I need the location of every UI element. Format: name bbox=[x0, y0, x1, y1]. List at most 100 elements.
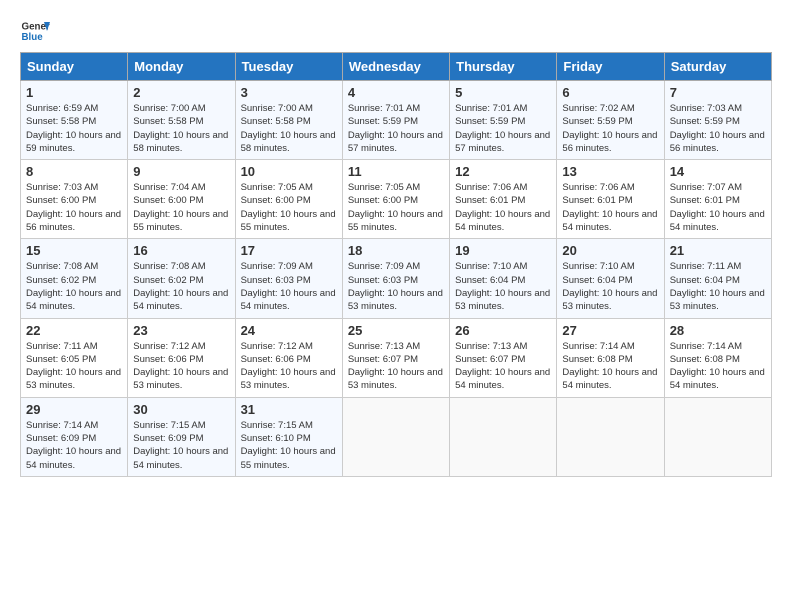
calendar-cell: 4 Sunrise: 7:01 AMSunset: 5:59 PMDaylight… bbox=[342, 81, 449, 160]
weekday-header-friday: Friday bbox=[557, 53, 664, 81]
day-number: 14 bbox=[670, 164, 766, 179]
calendar-cell bbox=[664, 397, 771, 476]
day-info: Sunrise: 7:08 AMSunset: 6:02 PMDaylight:… bbox=[26, 261, 121, 312]
day-info: Sunrise: 7:14 AMSunset: 6:08 PMDaylight:… bbox=[562, 341, 657, 392]
day-number: 13 bbox=[562, 164, 658, 179]
calendar-cell: 28 Sunrise: 7:14 AMSunset: 6:08 PMDayligh… bbox=[664, 318, 771, 397]
day-number: 12 bbox=[455, 164, 551, 179]
day-number: 23 bbox=[133, 323, 229, 338]
calendar-cell: 11 Sunrise: 7:05 AMSunset: 6:00 PMDayligh… bbox=[342, 160, 449, 239]
day-info: Sunrise: 7:14 AMSunset: 6:08 PMDaylight:… bbox=[670, 341, 765, 392]
calendar-week-row: 8 Sunrise: 7:03 AMSunset: 6:00 PMDaylight… bbox=[21, 160, 772, 239]
logo: General Blue bbox=[20, 16, 54, 46]
calendar-cell bbox=[450, 397, 557, 476]
calendar-week-row: 1 Sunrise: 6:59 AMSunset: 5:58 PMDaylight… bbox=[21, 81, 772, 160]
day-number: 20 bbox=[562, 243, 658, 258]
weekday-header-row: SundayMondayTuesdayWednesdayThursdayFrid… bbox=[21, 53, 772, 81]
day-info: Sunrise: 7:06 AMSunset: 6:01 PMDaylight:… bbox=[455, 182, 550, 233]
day-number: 21 bbox=[670, 243, 766, 258]
day-info: Sunrise: 7:13 AMSunset: 6:07 PMDaylight:… bbox=[348, 341, 443, 392]
calendar-cell: 1 Sunrise: 6:59 AMSunset: 5:58 PMDaylight… bbox=[21, 81, 128, 160]
day-number: 27 bbox=[562, 323, 658, 338]
day-number: 2 bbox=[133, 85, 229, 100]
day-info: Sunrise: 7:09 AMSunset: 6:03 PMDaylight:… bbox=[348, 261, 443, 312]
day-info: Sunrise: 7:00 AMSunset: 5:58 PMDaylight:… bbox=[133, 103, 228, 154]
page-header: General Blue bbox=[20, 16, 772, 46]
day-info: Sunrise: 7:12 AMSunset: 6:06 PMDaylight:… bbox=[133, 341, 228, 392]
day-number: 30 bbox=[133, 402, 229, 417]
calendar-cell: 5Sunrise: 7:01 AMSunset: 5:59 PMDaylight… bbox=[450, 81, 557, 160]
day-number: 22 bbox=[26, 323, 122, 338]
day-info: Sunrise: 7:05 AMSunset: 6:00 PMDaylight:… bbox=[348, 182, 443, 233]
day-info: Sunrise: 7:04 AMSunset: 6:00 PMDaylight:… bbox=[133, 182, 228, 233]
calendar-cell: 12 Sunrise: 7:06 AMSunset: 6:01 PMDayligh… bbox=[450, 160, 557, 239]
day-info: Sunrise: 6:59 AMSunset: 5:58 PMDaylight:… bbox=[26, 103, 121, 154]
calendar-cell bbox=[342, 397, 449, 476]
day-info: Sunrise: 7:11 AMSunset: 6:04 PMDaylight:… bbox=[670, 261, 765, 312]
calendar-cell: 18 Sunrise: 7:09 AMSunset: 6:03 PMDayligh… bbox=[342, 239, 449, 318]
day-number: 16 bbox=[133, 243, 229, 258]
calendar-week-row: 22 Sunrise: 7:11 AMSunset: 6:05 PMDayligh… bbox=[21, 318, 772, 397]
calendar-cell: 3 Sunrise: 7:00 AMSunset: 5:58 PMDaylight… bbox=[235, 81, 342, 160]
calendar-cell: 21 Sunrise: 7:11 AMSunset: 6:04 PMDayligh… bbox=[664, 239, 771, 318]
day-info: Sunrise: 7:12 AMSunset: 6:06 PMDaylight:… bbox=[241, 341, 336, 392]
calendar-cell: 16Sunrise: 7:08 AMSunset: 6:02 PMDayligh… bbox=[128, 239, 235, 318]
day-number: 4 bbox=[348, 85, 444, 100]
day-number: 17 bbox=[241, 243, 337, 258]
day-number: 7 bbox=[670, 85, 766, 100]
day-number: 15 bbox=[26, 243, 122, 258]
calendar-cell: 26 Sunrise: 7:13 AMSunset: 6:07 PMDayligh… bbox=[450, 318, 557, 397]
weekday-header-sunday: Sunday bbox=[21, 53, 128, 81]
calendar-cell: 24 Sunrise: 7:12 AMSunset: 6:06 PMDayligh… bbox=[235, 318, 342, 397]
calendar-week-row: 29 Sunrise: 7:14 AMSunset: 6:09 PMDayligh… bbox=[21, 397, 772, 476]
day-info: Sunrise: 7:02 AMSunset: 5:59 PMDaylight:… bbox=[562, 103, 657, 154]
calendar-table: SundayMondayTuesdayWednesdayThursdayFrid… bbox=[20, 52, 772, 477]
calendar-cell: 6Sunrise: 7:02 AMSunset: 5:59 PMDaylight… bbox=[557, 81, 664, 160]
day-number: 26 bbox=[455, 323, 551, 338]
day-number: 1 bbox=[26, 85, 122, 100]
day-number: 28 bbox=[670, 323, 766, 338]
day-number: 24 bbox=[241, 323, 337, 338]
calendar-cell: 17 Sunrise: 7:09 AMSunset: 6:03 PMDayligh… bbox=[235, 239, 342, 318]
day-number: 9 bbox=[133, 164, 229, 179]
calendar-cell: 9 Sunrise: 7:04 AMSunset: 6:00 PMDaylight… bbox=[128, 160, 235, 239]
day-number: 18 bbox=[348, 243, 444, 258]
day-info: Sunrise: 7:01 AMSunset: 5:59 PMDaylight:… bbox=[455, 103, 550, 154]
day-info: Sunrise: 7:06 AMSunset: 6:01 PMDaylight:… bbox=[562, 182, 657, 233]
calendar-cell: 29 Sunrise: 7:14 AMSunset: 6:09 PMDayligh… bbox=[21, 397, 128, 476]
day-info: Sunrise: 7:10 AMSunset: 6:04 PMDaylight:… bbox=[455, 261, 550, 312]
day-info: Sunrise: 7:14 AMSunset: 6:09 PMDaylight:… bbox=[26, 420, 121, 471]
calendar-cell bbox=[557, 397, 664, 476]
calendar-cell: 10Sunrise: 7:05 AMSunset: 6:00 PMDayligh… bbox=[235, 160, 342, 239]
logo-icon: General Blue bbox=[20, 16, 50, 46]
day-info: Sunrise: 7:07 AMSunset: 6:01 PMDaylight:… bbox=[670, 182, 765, 233]
day-info: Sunrise: 7:11 AMSunset: 6:05 PMDaylight:… bbox=[26, 341, 121, 392]
day-number: 8 bbox=[26, 164, 122, 179]
calendar-cell: 25Sunrise: 7:13 AMSunset: 6:07 PMDayligh… bbox=[342, 318, 449, 397]
calendar-cell: 27 Sunrise: 7:14 AMSunset: 6:08 PMDayligh… bbox=[557, 318, 664, 397]
day-info: Sunrise: 7:10 AMSunset: 6:04 PMDaylight:… bbox=[562, 261, 657, 312]
day-info: Sunrise: 7:13 AMSunset: 6:07 PMDaylight:… bbox=[455, 341, 550, 392]
day-number: 29 bbox=[26, 402, 122, 417]
day-number: 31 bbox=[241, 402, 337, 417]
calendar-cell: 31 Sunrise: 7:15 AMSunset: 6:10 PMDayligh… bbox=[235, 397, 342, 476]
day-info: Sunrise: 7:05 AMSunset: 6:00 PMDaylight:… bbox=[241, 182, 336, 233]
day-info: Sunrise: 7:01 AMSunset: 5:59 PMDaylight:… bbox=[348, 103, 443, 154]
day-info: Sunrise: 7:03 AMSunset: 6:00 PMDaylight:… bbox=[26, 182, 121, 233]
calendar-cell: 8 Sunrise: 7:03 AMSunset: 6:00 PMDaylight… bbox=[21, 160, 128, 239]
calendar-cell: 19Sunrise: 7:10 AMSunset: 6:04 PMDayligh… bbox=[450, 239, 557, 318]
svg-text:Blue: Blue bbox=[22, 32, 44, 43]
day-info: Sunrise: 7:00 AMSunset: 5:58 PMDaylight:… bbox=[241, 103, 336, 154]
day-number: 3 bbox=[241, 85, 337, 100]
day-info: Sunrise: 7:15 AMSunset: 6:09 PMDaylight:… bbox=[133, 420, 228, 471]
calendar-cell: 14 Sunrise: 7:07 AMSunset: 6:01 PMDayligh… bbox=[664, 160, 771, 239]
day-info: Sunrise: 7:03 AMSunset: 5:59 PMDaylight:… bbox=[670, 103, 765, 154]
day-info: Sunrise: 7:09 AMSunset: 6:03 PMDaylight:… bbox=[241, 261, 336, 312]
weekday-header-monday: Monday bbox=[128, 53, 235, 81]
calendar-cell: 7 Sunrise: 7:03 AMSunset: 5:59 PMDaylight… bbox=[664, 81, 771, 160]
calendar-cell: 23 Sunrise: 7:12 AMSunset: 6:06 PMDayligh… bbox=[128, 318, 235, 397]
day-number: 11 bbox=[348, 164, 444, 179]
day-info: Sunrise: 7:15 AMSunset: 6:10 PMDaylight:… bbox=[241, 420, 336, 471]
calendar-cell: 2 Sunrise: 7:00 AMSunset: 5:58 PMDaylight… bbox=[128, 81, 235, 160]
weekday-header-saturday: Saturday bbox=[664, 53, 771, 81]
